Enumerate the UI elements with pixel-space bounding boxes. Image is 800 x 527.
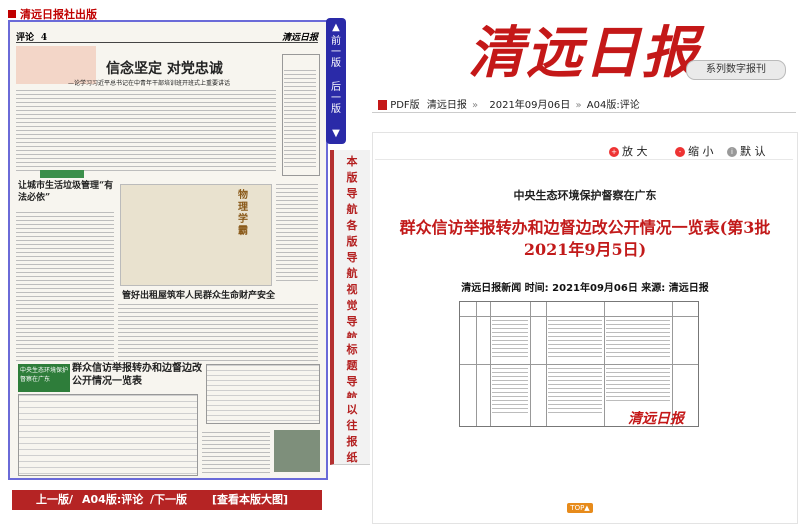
page-bottom-right-text: [202, 432, 270, 474]
page-mid-story-title[interactable]: 管好出租屋筑牢人民群众生命财产安全: [122, 288, 275, 301]
page-masthead: 清远日报: [281, 33, 318, 43]
table-col: [490, 302, 491, 426]
zoom-in-label: 放 大: [622, 145, 648, 158]
page-right-text: [276, 184, 318, 284]
zoom-out-label: 缩 小: [688, 145, 714, 158]
default-size-button[interactable]: i默 认: [727, 143, 766, 159]
reset-icon: i: [727, 147, 737, 157]
article-subtitle: 中央生态环境保护督察在广东: [513, 189, 657, 202]
current-page-label: A04版:评论: [82, 493, 144, 506]
prev-page-arrow-icon[interactable]: ▲: [326, 22, 346, 33]
chevron-right-icon: »: [575, 100, 582, 111]
table-col: [604, 302, 605, 426]
nav-label: 本版导航: [346, 155, 358, 216]
breadcrumb-date[interactable]: 2021年09月06日: [489, 100, 570, 111]
zoom-out-button[interactable]: -缩 小: [675, 143, 714, 159]
next-page-tab[interactable]: 后一版: [330, 82, 342, 115]
table-col: [476, 302, 477, 426]
nav-titles[interactable]: 标题导航: [330, 338, 370, 404]
article-table-image[interactable]: 清远日报: [459, 301, 699, 427]
page-bottom-right-boxes: [206, 364, 320, 424]
nav-label: 以往报纸: [346, 403, 358, 464]
page-section-label: 评论: [16, 33, 35, 43]
next-page-link[interactable]: /下一版: [150, 490, 187, 510]
page-cartoon-caption: 物理学霸: [238, 190, 248, 237]
nav-label: 各版导航: [346, 219, 358, 280]
page-side-text: [284, 70, 316, 170]
page-headline-main[interactable]: 信念坚定 对党忠诚: [106, 58, 223, 78]
page-preview[interactable]: 评论 4 清远日报 信念坚定 对党忠诚 —论学习习近平总书记在中青年干部培训班开…: [8, 20, 328, 480]
table-text: [492, 320, 528, 360]
table-text: [606, 320, 670, 360]
pdf-icon[interactable]: [378, 100, 387, 110]
digital-series-badge[interactable]: 系列数字报刊: [686, 60, 786, 80]
nav-visual[interactable]: 视觉导航: [330, 278, 370, 344]
article-meta: 清远日报新闻 时间: 2021年09月06日 来源: 清远日报: [461, 283, 709, 294]
zoom-in-button[interactable]: + 放 大: [609, 143, 648, 159]
page-number: 4: [40, 33, 48, 43]
nav-all-pages[interactable]: 各版导航: [330, 214, 370, 280]
article-headline: 群众信访举报转办和边督边改公开情况一览表(第3批2021年9月5日): [399, 218, 771, 259]
page-text-block: [16, 90, 276, 174]
page-mid-text: [118, 304, 318, 362]
page-left-text: [16, 212, 114, 362]
page-bottom-photo: [274, 430, 320, 472]
prev-page-link[interactable]: 上一版/: [36, 490, 73, 510]
toolbar-divider: [375, 159, 793, 160]
site-logo[interactable]: 清远日报: [468, 8, 700, 89]
page-preview-header: 评论 4 清远日报: [16, 30, 318, 43]
nav-label: 视觉导航: [346, 283, 358, 344]
nav-archive[interactable]: 以往报纸: [330, 398, 370, 465]
table-text: [606, 368, 670, 404]
table-text: [548, 320, 602, 360]
page-nav-bar: 上一版/ A04版:评论 /下一版 [查看本版大图]: [12, 490, 322, 510]
zoom-out-icon: -: [675, 147, 685, 157]
page-bottom-table: [18, 394, 198, 476]
table-text: [548, 368, 602, 416]
table-col: [546, 302, 547, 426]
table-watermark: 清远日报: [628, 411, 684, 427]
page-bottom-story-title[interactable]: 群众信访举报转办和边督边改公开情况一览表: [72, 362, 202, 388]
page-headline-sub: —论学习习近平总书记在中青年干部培训班开班式上重要讲话: [68, 80, 231, 87]
pdf-link[interactable]: PDF版: [390, 100, 419, 111]
breadcrumb-paper[interactable]: 清远日报: [427, 100, 467, 111]
table-text: [492, 368, 528, 416]
table-row: [460, 364, 698, 365]
next-page-arrow-icon[interactable]: ▼: [326, 128, 346, 139]
page-left-story-title[interactable]: 让城市生活垃圾管理“有法必依”: [18, 180, 114, 204]
prev-page-tab[interactable]: 前一版: [330, 36, 342, 69]
nav-page-nav[interactable]: 本版导航: [330, 150, 370, 216]
prev-next-tabs: ▲ 前一版 后一版 ▼: [326, 18, 346, 144]
zoom-in-icon: +: [609, 147, 619, 157]
nav-label: 标题导航: [346, 343, 358, 404]
view-big-link[interactable]: [查看本版大图]: [212, 490, 288, 510]
breadcrumb: PDF版 清远日报 » 2021年09月06日 » A04版:评论: [378, 96, 640, 111]
chevron-right-icon: »: [472, 100, 479, 111]
breadcrumb-page[interactable]: A04版:评论: [587, 100, 640, 111]
page-left-tag: [40, 170, 84, 178]
square-icon: [8, 10, 16, 18]
table-col: [530, 302, 531, 426]
breadcrumb-divider: [372, 112, 796, 113]
back-to-top-button[interactable]: TOP▲: [567, 503, 593, 513]
default-size-label: 默 认: [740, 145, 766, 158]
article-panel: + 放 大 -缩 小 i默 认 中央生态环境保护督察在广东 群众信访举报转办和边督…: [372, 132, 798, 524]
page-bottom-tag: 中央生态环境保护督察在广东: [18, 364, 70, 392]
table-row: [460, 316, 698, 317]
